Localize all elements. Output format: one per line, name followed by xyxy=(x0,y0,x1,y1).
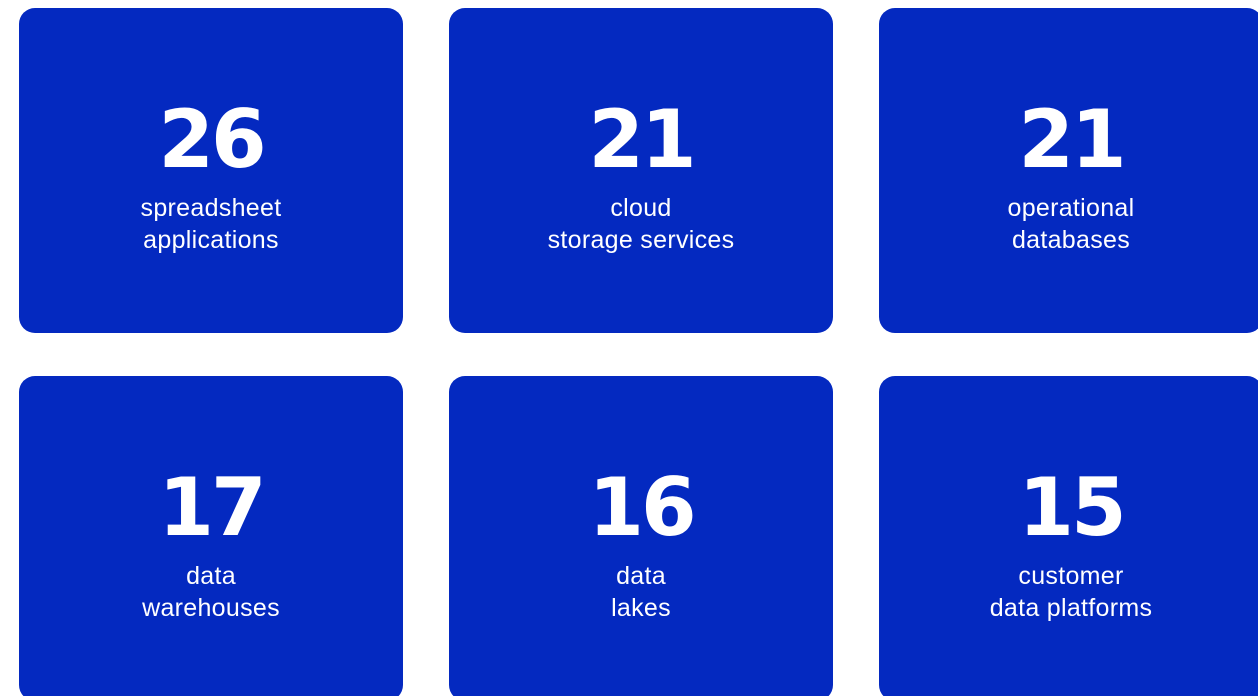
stat-label-line: warehouses xyxy=(142,594,280,622)
stat-label-line: spreadsheet xyxy=(140,194,282,222)
stat-label-line: data platforms xyxy=(989,594,1153,622)
stat-label-line: lakes xyxy=(611,594,671,622)
stat-label-line: data xyxy=(186,562,236,590)
stat-label: spreadsheet applications xyxy=(141,192,282,256)
stat-label-line: databases xyxy=(1011,226,1131,254)
stat-label-line: storage services xyxy=(547,226,735,254)
stat-label-line: applications xyxy=(143,226,279,254)
stat-label: customer data platforms xyxy=(990,560,1153,624)
stat-card-data-lakes: 16 data lakes xyxy=(449,376,833,696)
stat-value: 16 xyxy=(588,461,696,554)
stat-card-data-warehouses: 17 data warehouses xyxy=(19,376,403,696)
stat-label: data lakes xyxy=(611,560,671,624)
stat-label: operational databases xyxy=(1007,192,1134,256)
stat-label-line: operational xyxy=(1007,194,1135,222)
stat-card-cloud-storage-services: 21 cloud storage services xyxy=(449,8,833,333)
stat-value: 15 xyxy=(1018,461,1126,554)
stat-label: cloud storage services xyxy=(548,192,735,256)
stat-card-operational-databases: 21 operational databases xyxy=(879,8,1258,333)
stat-card-spreadsheet-applications: 26 spreadsheet applications xyxy=(19,8,403,333)
stats-grid: 26 spreadsheet applications 21 cloud sto… xyxy=(0,0,1258,696)
stat-label-line: customer xyxy=(1018,562,1124,590)
stat-value: 21 xyxy=(1018,93,1126,186)
stat-label-line: cloud xyxy=(610,194,672,222)
stat-label: data warehouses xyxy=(142,560,280,624)
stat-value: 21 xyxy=(588,93,696,186)
stat-card-customer-data-platforms: 15 customer data platforms xyxy=(879,376,1258,696)
stat-label-line: data xyxy=(616,562,666,590)
stat-value: 17 xyxy=(158,461,266,554)
stat-value: 26 xyxy=(158,93,266,186)
